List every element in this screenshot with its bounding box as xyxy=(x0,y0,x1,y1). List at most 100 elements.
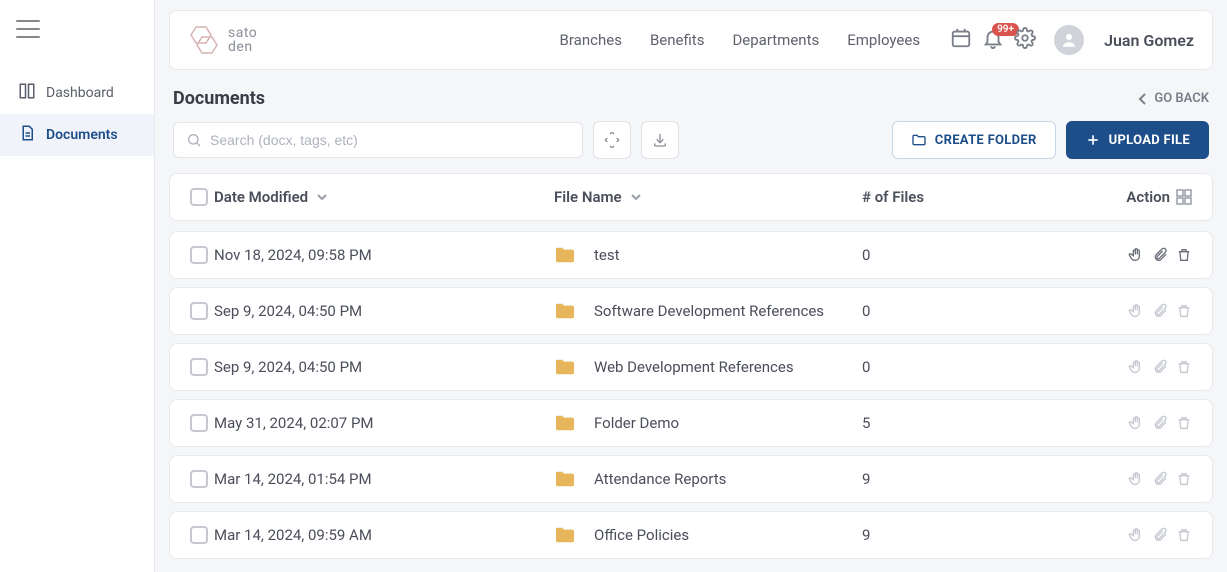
nav-departments[interactable]: Departments xyxy=(732,31,819,49)
folder-icon xyxy=(554,246,576,264)
row-date: May 31, 2024, 02:07 PM xyxy=(214,414,374,432)
attach-icon[interactable] xyxy=(1152,247,1168,263)
table-row[interactable]: May 31, 2024, 02:07 PM Folder Demo 5 xyxy=(169,399,1213,447)
hand-icon[interactable] xyxy=(1128,247,1144,263)
avatar[interactable] xyxy=(1054,25,1084,55)
trash-icon[interactable] xyxy=(1176,359,1192,375)
topbar: sato den Branches Benefits Departments Empl… xyxy=(169,10,1213,70)
row-name: Web Development References xyxy=(594,358,794,376)
folder-icon xyxy=(554,470,576,488)
trash-icon[interactable] xyxy=(1176,303,1192,319)
nav-employees[interactable]: Employees xyxy=(847,31,920,49)
upload-file-button[interactable]: UPLOAD FILE xyxy=(1066,121,1209,159)
main-nav: Branches Benefits Departments Employees xyxy=(560,31,921,49)
row-name: Office Policies xyxy=(594,526,689,544)
nav-benefits[interactable]: Benefits xyxy=(650,31,705,49)
select-all-checkbox[interactable] xyxy=(190,188,208,206)
row-checkbox[interactable] xyxy=(190,470,208,488)
go-back-button[interactable]: GO BACK xyxy=(1138,91,1209,106)
attach-icon[interactable] xyxy=(1152,415,1168,431)
row-actions xyxy=(1092,471,1192,487)
sidebar-item-documents[interactable]: Documents xyxy=(0,114,154,156)
row-checkbox[interactable] xyxy=(190,414,208,432)
attach-icon[interactable] xyxy=(1152,359,1168,375)
row-checkbox[interactable] xyxy=(190,246,208,264)
search-box[interactable] xyxy=(173,122,583,158)
trash-icon[interactable] xyxy=(1176,415,1192,431)
search-icon xyxy=(186,132,202,148)
header-date[interactable]: Date Modified xyxy=(214,188,308,206)
row-actions xyxy=(1092,527,1192,543)
sidebar-item-dashboard[interactable]: Dashboard xyxy=(0,72,154,114)
row-files: 9 xyxy=(862,470,870,488)
trash-icon[interactable] xyxy=(1176,471,1192,487)
row-checkbox[interactable] xyxy=(190,358,208,376)
brand-logo[interactable]: sato den xyxy=(188,25,257,55)
hand-icon[interactable] xyxy=(1128,471,1144,487)
table-row[interactable]: Mar 14, 2024, 09:59 AM Office Policies 9 xyxy=(169,511,1213,559)
attach-icon[interactable] xyxy=(1152,303,1168,319)
download-button[interactable] xyxy=(641,121,679,159)
header-action: Action xyxy=(1126,188,1170,206)
expand-button[interactable] xyxy=(593,121,631,159)
row-date: Sep 9, 2024, 04:50 PM xyxy=(214,358,362,376)
row-actions xyxy=(1092,303,1192,319)
grid-icon[interactable] xyxy=(1176,189,1192,205)
row-files: 0 xyxy=(862,358,870,376)
row-name: Folder Demo xyxy=(594,414,679,432)
notifications-button[interactable]: 99+ xyxy=(982,27,1004,53)
hand-icon[interactable] xyxy=(1128,415,1144,431)
attach-icon[interactable] xyxy=(1152,471,1168,487)
plus-icon xyxy=(1085,132,1101,148)
row-checkbox[interactable] xyxy=(190,526,208,544)
sidebar-item-label: Dashboard xyxy=(46,85,114,101)
row-date: Sep 9, 2024, 04:50 PM xyxy=(214,302,362,320)
nav-branches[interactable]: Branches xyxy=(560,31,622,49)
calendar-button[interactable] xyxy=(950,27,972,53)
row-files: 5 xyxy=(862,414,870,432)
hand-icon[interactable] xyxy=(1128,359,1144,375)
main-content: sato den Branches Benefits Departments Empl… xyxy=(155,0,1227,572)
row-name: Software Development References xyxy=(594,302,824,320)
folder-icon xyxy=(554,358,576,376)
header-files: # of Files xyxy=(862,188,924,206)
hand-icon[interactable] xyxy=(1128,527,1144,543)
table-row[interactable]: Nov 18, 2024, 09:58 PMtest0 xyxy=(169,231,1213,279)
attach-icon[interactable] xyxy=(1152,527,1168,543)
folder-icon xyxy=(554,414,576,432)
row-actions xyxy=(1092,247,1192,263)
header-name[interactable]: File Name xyxy=(554,188,622,206)
row-checkbox[interactable] xyxy=(190,302,208,320)
page-title: Documents xyxy=(173,88,265,109)
chevron-left-icon xyxy=(1138,93,1148,105)
topbar-icons: 99+ Juan Gomez xyxy=(950,25,1194,55)
document-icon xyxy=(18,124,36,146)
folder-icon xyxy=(911,132,927,148)
hand-icon[interactable] xyxy=(1128,303,1144,319)
toolbar: CREATE FOLDER UPLOAD FILE xyxy=(169,121,1213,173)
table-row[interactable]: Mar 14, 2024, 01:54 PMAttendance Reports… xyxy=(169,455,1213,503)
menu-toggle-button[interactable] xyxy=(0,10,154,72)
table-row[interactable]: Sep 9, 2024, 04:50 PM Web Development Ref… xyxy=(169,343,1213,391)
row-date: Nov 18, 2024, 09:58 PM xyxy=(214,246,372,264)
brand-name-2: den xyxy=(228,40,257,54)
row-date: Mar 14, 2024, 09:59 AM xyxy=(214,526,372,544)
row-files: 9 xyxy=(862,526,870,544)
expand-icon xyxy=(604,132,620,148)
upload-file-label: UPLOAD FILE xyxy=(1109,133,1190,148)
trash-icon[interactable] xyxy=(1176,527,1192,543)
row-actions xyxy=(1092,359,1192,375)
download-icon xyxy=(652,132,668,148)
username: Juan Gomez xyxy=(1104,31,1194,50)
search-input[interactable] xyxy=(210,132,570,148)
settings-button[interactable] xyxy=(1014,27,1036,53)
trash-icon[interactable] xyxy=(1176,247,1192,263)
sidebar: Dashboard Documents xyxy=(0,0,155,572)
create-folder-button[interactable]: CREATE FOLDER xyxy=(892,121,1056,159)
chevron-down-icon xyxy=(630,191,642,203)
table-row[interactable]: Sep 9, 2024, 04:50 PM Software Developmen… xyxy=(169,287,1213,335)
create-folder-label: CREATE FOLDER xyxy=(935,133,1037,148)
chevron-down-icon xyxy=(316,191,328,203)
row-files: 0 xyxy=(862,302,870,320)
row-actions xyxy=(1092,415,1192,431)
